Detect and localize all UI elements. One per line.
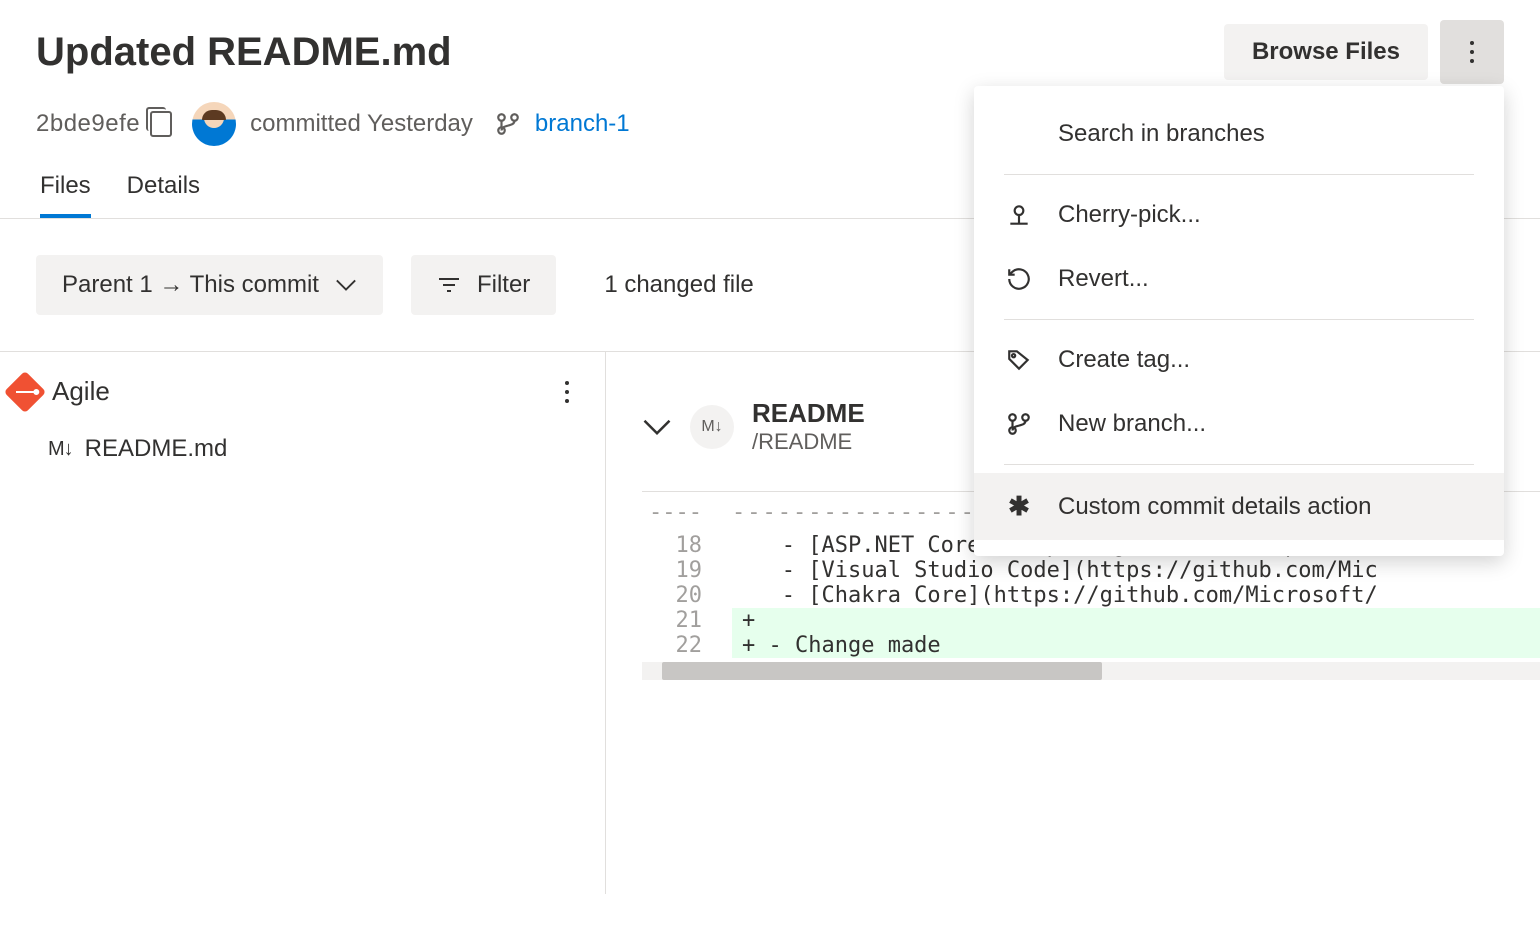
menu-item-label: Create tag...	[1058, 346, 1190, 374]
tab-details[interactable]: Details	[127, 172, 200, 218]
filter-icon	[437, 276, 461, 294]
tag-icon	[1004, 347, 1034, 373]
copy-icon[interactable]	[150, 111, 172, 137]
more-actions-button[interactable]	[1440, 20, 1504, 84]
diff-selector-button[interactable]: Parent 1 → This commit	[36, 255, 383, 315]
menu-new-branch[interactable]: New branch...	[974, 392, 1504, 456]
changed-files-text: 1 changed file	[604, 271, 753, 299]
branch-icon	[495, 109, 521, 139]
menu-search-branches[interactable]: Search in branches	[974, 102, 1504, 166]
avatar[interactable]	[192, 102, 236, 146]
file-type-badge: M↓	[690, 405, 734, 449]
more-actions-menu: Search in branches Cherry-pick... Revert…	[974, 86, 1504, 556]
diff-line: 22+ - Change made	[642, 633, 1540, 658]
line-content: + - Change made	[732, 633, 1540, 658]
file-path: /README	[752, 429, 865, 455]
hunk-left: ----	[642, 500, 732, 525]
menu-create-tag[interactable]: Create tag...	[974, 328, 1504, 392]
menu-item-label: New branch...	[1058, 410, 1206, 438]
line-number: 20	[642, 583, 732, 608]
diff-selector-label: Parent 1 → This commit	[62, 271, 319, 299]
file-title: README	[752, 398, 865, 429]
line-number: 22	[642, 633, 732, 658]
menu-item-label: Cherry-pick...	[1058, 201, 1201, 229]
menu-divider	[1004, 319, 1474, 320]
line-number: 21	[642, 608, 732, 633]
menu-item-label: Revert...	[1058, 265, 1149, 293]
line-number: 18	[642, 533, 732, 558]
line-content: +	[732, 608, 1540, 633]
committed-text: committed Yesterday	[250, 110, 473, 138]
menu-divider	[1004, 464, 1474, 465]
branch-icon	[1004, 411, 1034, 437]
vertical-dots-icon	[565, 381, 569, 403]
menu-custom-action[interactable]: ✱ Custom commit details action	[974, 473, 1504, 540]
menu-revert[interactable]: Revert...	[974, 247, 1504, 311]
filter-label: Filter	[477, 271, 530, 299]
revert-icon	[1004, 266, 1034, 292]
cherry-pick-icon	[1004, 202, 1034, 228]
line-number: 19	[642, 558, 732, 583]
chevron-down-icon	[335, 278, 357, 292]
menu-divider	[1004, 174, 1474, 175]
star-icon: ✱	[1004, 491, 1034, 522]
diff-line: 21+	[642, 608, 1540, 633]
line-content: - [Chakra Core](https://github.com/Micro…	[732, 583, 1540, 608]
repo-name: Agile	[52, 376, 110, 407]
menu-cherry-pick[interactable]: Cherry-pick...	[974, 183, 1504, 247]
markdown-diff-icon: M↓	[48, 438, 73, 461]
commit-hash: 2bde9efe	[36, 110, 140, 138]
page-title: Updated README.md	[36, 30, 452, 75]
branch-link[interactable]: branch-1	[535, 110, 630, 138]
horizontal-scrollbar[interactable]	[642, 662, 1540, 680]
sidebar-more-button[interactable]	[565, 381, 569, 403]
menu-item-label: Search in branches	[1058, 120, 1265, 148]
vertical-dots-icon	[1470, 41, 1474, 63]
menu-item-label: Custom commit details action	[1058, 493, 1371, 521]
git-icon	[4, 370, 46, 412]
diff-line: 20 - [Chakra Core](https://github.com/Mi…	[642, 583, 1540, 608]
tab-files[interactable]: Files	[40, 172, 91, 218]
file-item[interactable]: M↓ README.md	[0, 407, 605, 463]
browse-files-button[interactable]: Browse Files	[1224, 24, 1428, 80]
filter-button[interactable]: Filter	[411, 255, 556, 315]
diff-line: 19 - [Visual Studio Code](https://github…	[642, 558, 1540, 583]
collapse-toggle[interactable]	[642, 418, 672, 436]
file-name: README.md	[85, 435, 228, 463]
line-content: - [Visual Studio Code](https://github.co…	[732, 558, 1540, 583]
